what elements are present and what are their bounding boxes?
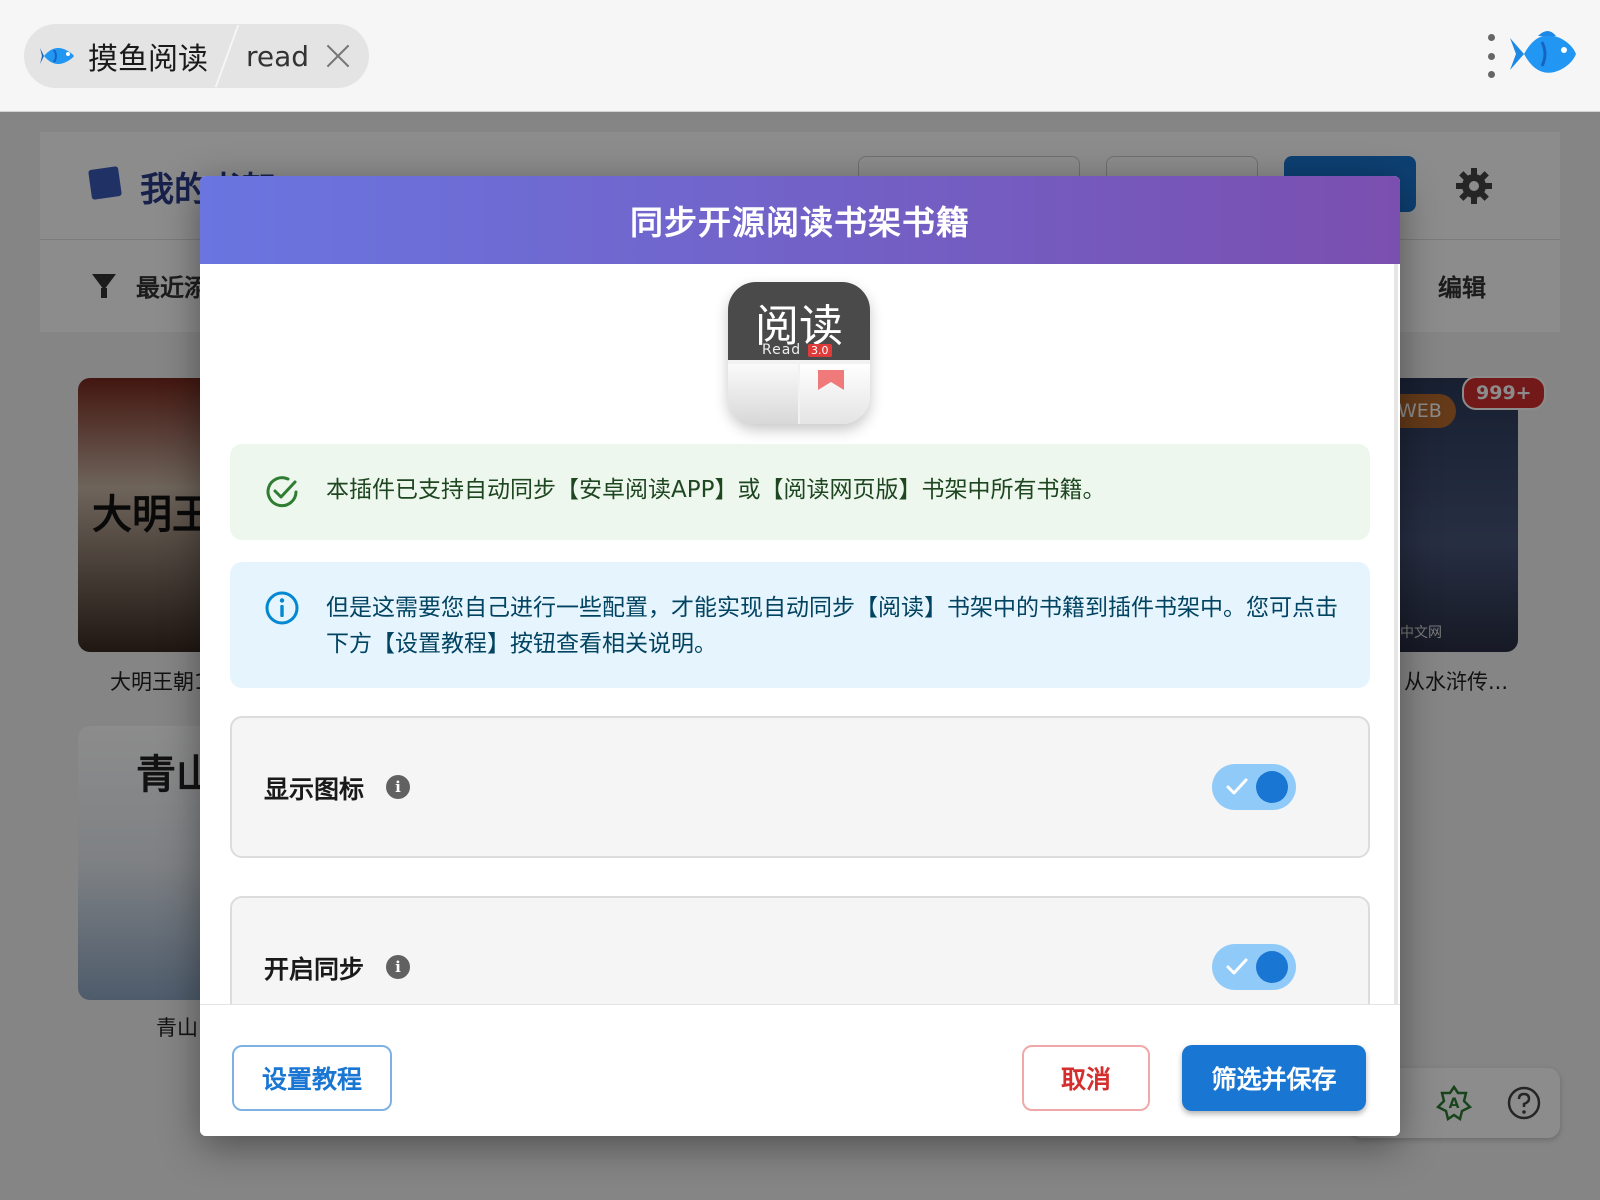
- more-options-icon[interactable]: [1486, 34, 1496, 78]
- dialog-header: 同步开源阅读书架书籍: [200, 176, 1400, 264]
- info-alert-text: 但是这需要您自己进行一些配置，才能实现自动同步【阅读】书架中的书籍到插件书架中。…: [326, 595, 1338, 657]
- toggle-knob: [1256, 951, 1288, 983]
- toggle-knob: [1256, 771, 1288, 803]
- tab-separator: [214, 25, 240, 87]
- setting-label: 显示图标: [264, 775, 365, 804]
- check-icon: [1226, 778, 1248, 795]
- logo-version: 3.0: [808, 344, 832, 357]
- info-icon[interactable]: i: [386, 775, 410, 799]
- setup-guide-button[interactable]: 设置教程: [232, 1045, 392, 1111]
- info-alert: 但是这需要您自己进行一些配置，才能实现自动同步【阅读】书架中的书籍到插件书架中。…: [230, 562, 1370, 688]
- success-alert: 本插件已支持自动同步【安卓阅读APP】或【阅读网页版】书架中所有书籍。: [230, 444, 1370, 540]
- read-app-logo: 阅读 Read 3.0: [728, 282, 870, 424]
- setting-label: 开启同步: [264, 955, 365, 984]
- dialog-title: 同步开源阅读书架书籍: [630, 203, 970, 242]
- setting-show-icon: 显示图标 i: [230, 716, 1370, 858]
- tab-title: 摸鱼阅读: [88, 42, 208, 77]
- logo-brand: Read: [762, 342, 802, 358]
- filter-and-save-button[interactable]: 筛选并保存: [1182, 1045, 1366, 1111]
- enable-sync-toggle[interactable]: [1212, 944, 1296, 990]
- show-icon-toggle[interactable]: [1212, 764, 1296, 810]
- sync-dialog: 同步开源阅读书架书籍 阅读 Read 3.0 本插件已支持自动同步【安卓阅读AP…: [200, 176, 1400, 1136]
- tab-secondary-label: read: [246, 39, 310, 73]
- dialog-scrollbar[interactable]: [1394, 264, 1398, 1004]
- info-icon[interactable]: i: [386, 955, 410, 979]
- close-icon[interactable]: [325, 43, 351, 69]
- check-circle-icon: [266, 476, 298, 508]
- cancel-button[interactable]: 取消: [1022, 1045, 1150, 1111]
- browser-toolbar: 摸鱼阅读 read: [0, 0, 1600, 112]
- dialog-body[interactable]: 阅读 Read 3.0 本插件已支持自动同步【安卓阅读APP】或【阅读网页版】书…: [200, 264, 1400, 1004]
- setting-enable-sync: 开启同步 i: [230, 896, 1370, 1004]
- active-tab[interactable]: 摸鱼阅读 read: [24, 24, 370, 88]
- dialog-footer: 设置教程 取消 筛选并保存: [200, 1004, 1400, 1136]
- info-circle-icon: [265, 591, 299, 625]
- fish-extension-icon[interactable]: [1508, 24, 1580, 84]
- success-alert-text: 本插件已支持自动同步【安卓阅读APP】或【阅读网页版】书架中所有书籍。: [326, 477, 1106, 503]
- logo-book-left: [728, 364, 798, 424]
- check-icon: [1226, 958, 1248, 975]
- fish-logo-icon: [40, 48, 74, 64]
